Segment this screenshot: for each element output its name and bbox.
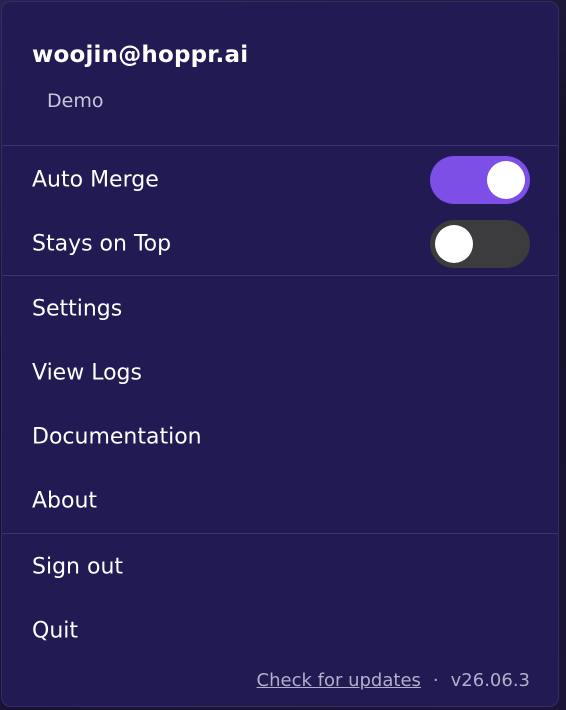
menu-item-label: Settings <box>32 296 123 322</box>
account-email: woojin@hoppr.ai <box>32 42 249 68</box>
account-org: Demo <box>47 90 104 112</box>
toggle-knob <box>435 225 473 263</box>
stays-on-top-label: Stays on Top <box>32 231 172 257</box>
auto-merge-row[interactable]: Auto Merge <box>2 148 558 212</box>
auto-merge-label: Auto Merge <box>32 167 159 193</box>
auto-merge-toggle[interactable] <box>430 156 530 204</box>
check-for-updates-link[interactable]: Check for updates <box>257 670 421 691</box>
account-header: woojin@hoppr.ai Demo <box>2 2 558 145</box>
menu-footer: Check for updates · v26.06.3 <box>257 670 530 691</box>
toggle-knob <box>487 161 525 199</box>
menu-item-settings[interactable]: Settings <box>2 277 558 341</box>
version-label: v26.06.3 <box>450 670 530 691</box>
menu-item-label: Documentation <box>32 424 202 450</box>
stays-on-top-toggle[interactable] <box>430 220 530 268</box>
tray-menu: woojin@hoppr.ai Demo Auto Merge Stays on… <box>1 1 559 707</box>
menu-item-about[interactable]: About <box>2 469 558 533</box>
divider <box>2 145 558 146</box>
divider <box>2 533 558 534</box>
menu-item-view-logs[interactable]: View Logs <box>2 341 558 405</box>
stays-on-top-row[interactable]: Stays on Top <box>2 212 558 276</box>
divider <box>2 275 558 276</box>
menu-item-label: Sign out <box>32 554 124 580</box>
menu-item-label: About <box>32 488 98 514</box>
menu-item-sign-out[interactable]: Sign out <box>2 535 558 599</box>
menu-item-quit[interactable]: Quit <box>2 599 558 663</box>
menu-item-label: Quit <box>32 618 78 644</box>
menu-item-label: View Logs <box>32 360 142 386</box>
footer-separator: · <box>432 670 439 691</box>
menu-item-documentation[interactable]: Documentation <box>2 405 558 469</box>
